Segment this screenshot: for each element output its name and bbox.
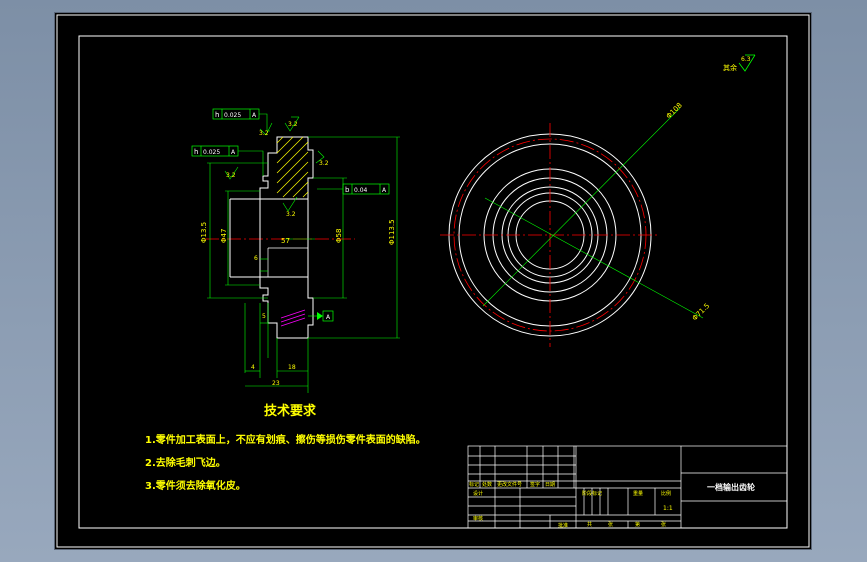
dim-d3: 57 bbox=[281, 237, 290, 245]
tech-req-item-3: 3.零件须去除氧化皮。 bbox=[145, 479, 246, 492]
tb-file: 更改文件号 bbox=[497, 481, 522, 488]
tb-approve: 批准 bbox=[558, 522, 568, 529]
dim-d4: Φ58 bbox=[335, 229, 343, 243]
hatch-lower bbox=[280, 309, 306, 327]
front-dia-top: Φ108 bbox=[665, 101, 684, 120]
tb-no: 第 bbox=[635, 521, 640, 528]
roughness-2: 3.2 bbox=[259, 130, 269, 137]
tech-req-item-1: 1.零件加工表面上，不应有划痕、擦伤等损伤零件表面的缺陷。 bbox=[145, 433, 426, 446]
tb-date: 日期 bbox=[545, 482, 555, 488]
tol2-datum: A bbox=[231, 149, 236, 156]
tb-mark: 标记 bbox=[469, 481, 479, 488]
front-view: Φ108 Φ71.5 bbox=[440, 101, 711, 347]
section-dimensions bbox=[207, 136, 400, 393]
section-view: Φ13.5 Φ47 57 Φ58 Φ113.5 6 5 4 18 23 h 0.… bbox=[191, 108, 400, 393]
dim-d2: Φ47 bbox=[220, 229, 228, 243]
tolerance-frame-3: b 0.04 A bbox=[317, 183, 390, 195]
tol3-symbol: b bbox=[345, 186, 350, 194]
tol3-datum: A bbox=[382, 187, 387, 194]
tol3-value: 0.04 bbox=[354, 187, 368, 194]
tb-part-name: 一档输出齿轮 bbox=[707, 482, 755, 492]
dim-w3: 4 bbox=[251, 364, 255, 371]
tb-ratio: 比例 bbox=[661, 490, 671, 497]
tb-count: 处数 bbox=[482, 481, 492, 488]
tol1-symbol: h bbox=[215, 111, 219, 119]
tb-scale: 1:1 bbox=[663, 505, 673, 512]
roughness-5: 3.2 bbox=[286, 211, 296, 218]
datum-flag-letter: A bbox=[326, 314, 331, 321]
tb-stage: 阶段标记 bbox=[582, 490, 602, 497]
roughness-other-label: 其余 bbox=[723, 63, 737, 72]
roughness-other-value: 6.3 bbox=[741, 56, 751, 63]
tol2-symbol: h bbox=[194, 148, 198, 156]
dim-w5: 23 bbox=[272, 380, 280, 387]
dim-d5: Φ113.5 bbox=[388, 219, 396, 245]
dim-w4: 18 bbox=[288, 364, 296, 371]
roughness-marks bbox=[224, 116, 325, 212]
roughness-1: 3.2 bbox=[288, 121, 298, 128]
tech-req-item-2: 2.去除毛刺飞边。 bbox=[145, 456, 226, 469]
tech-req-title: 技术要求 bbox=[264, 403, 317, 419]
hatch-upper bbox=[276, 136, 309, 198]
tb-sheet-2: 张 bbox=[661, 521, 666, 528]
datum-flag: A bbox=[308, 310, 334, 322]
dim-d1: Φ13.5 bbox=[200, 222, 208, 243]
dim-w2: 5 bbox=[262, 313, 266, 320]
front-dia-bottom: Φ71.5 bbox=[691, 302, 712, 323]
tb-sheet-1: 张 bbox=[608, 521, 613, 528]
section-outline-upper bbox=[259, 136, 314, 200]
tb-total: 共 bbox=[587, 521, 592, 528]
tb-review: 审核 bbox=[473, 515, 483, 522]
roughness-other: 其余 6.3 bbox=[723, 54, 756, 72]
tol1-datum: A bbox=[252, 112, 257, 119]
roughness-4: 3.2 bbox=[319, 160, 329, 167]
dim-w1: 6 bbox=[254, 255, 258, 262]
cad-drawing: 其余 6.3 Φ13.5 Φ47 57 Φ58 Φ113.5 6 5 4 18 … bbox=[56, 14, 810, 548]
tb-weight: 重量 bbox=[633, 490, 643, 497]
tolerance-frame-1: h 0.025 A bbox=[212, 108, 270, 132]
drawing-sheet: 其余 6.3 Φ13.5 Φ47 57 Φ58 Φ113.5 6 5 4 18 … bbox=[55, 13, 811, 549]
tb-design: 设计 bbox=[473, 490, 483, 497]
tol2-value: 0.025 bbox=[203, 149, 220, 156]
tb-sign: 签字 bbox=[530, 481, 540, 488]
tol1-value: 0.025 bbox=[224, 112, 241, 119]
tech-requirements: 技术要求 1.零件加工表面上，不应有划痕、擦伤等损伤零件表面的缺陷。 2.去除毛… bbox=[145, 403, 426, 492]
roughness-3: 3.2 bbox=[226, 172, 236, 179]
dia-leader-top bbox=[482, 107, 681, 307]
